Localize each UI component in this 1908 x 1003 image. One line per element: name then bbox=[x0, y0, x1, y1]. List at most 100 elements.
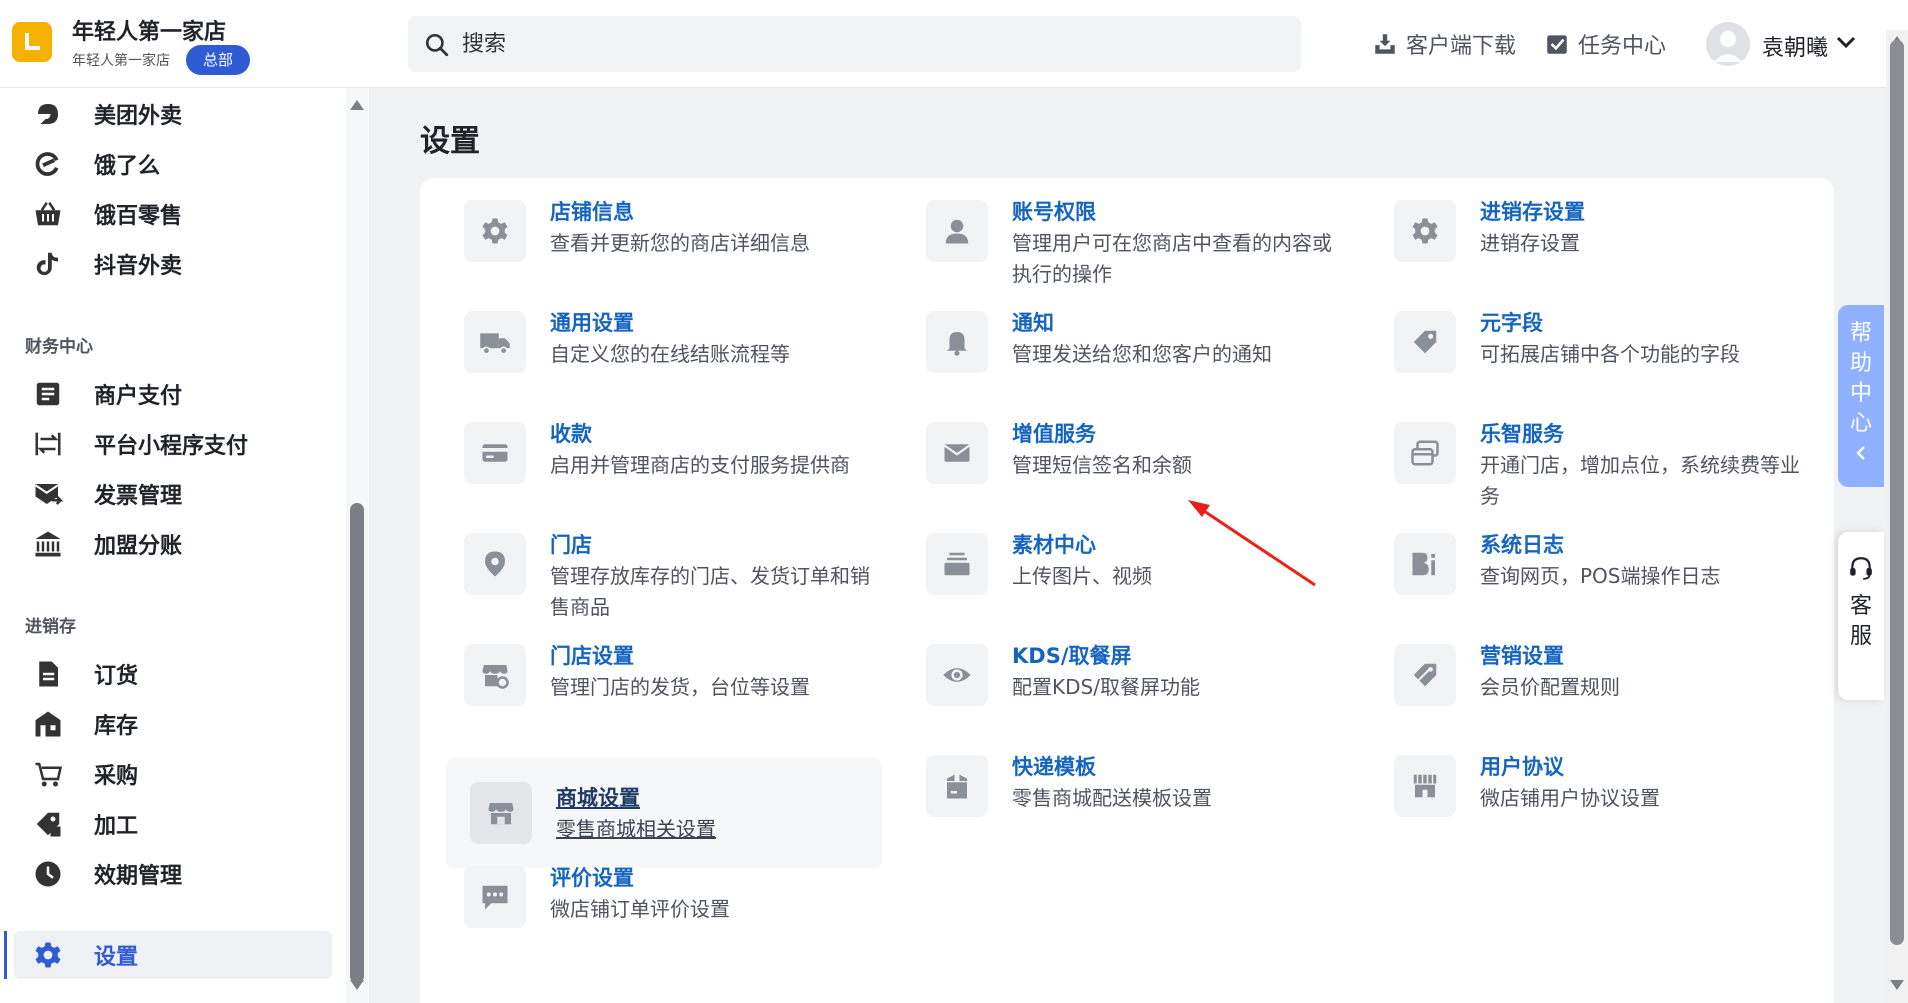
tile-lezhi-services[interactable]: 乐智服务 开通门店，增加点位，系统续费等业务 bbox=[1370, 400, 1806, 510]
tile-title[interactable]: 用户协议 bbox=[1480, 751, 1564, 781]
sidebar-scroll-thumb[interactable] bbox=[350, 503, 364, 983]
tile-system-log[interactable]: 系统日志 查询网页，POS端操作日志 bbox=[1370, 511, 1806, 621]
sidebar-item-miniprogram-pay[interactable]: 平台小程序支付 bbox=[14, 420, 332, 468]
tile-inventory-settings[interactable]: 进销存设置 进销存设置 bbox=[1370, 178, 1806, 288]
page-scroll-thumb[interactable] bbox=[1890, 40, 1904, 945]
document-list-icon bbox=[28, 374, 68, 414]
tile-title[interactable]: 素材中心 bbox=[1012, 529, 1096, 559]
task-check-icon bbox=[1547, 35, 1567, 54]
tile-account-permissions[interactable]: 账号权限 管理用户可在您商店中查看的内容或执行的操作 bbox=[902, 178, 1338, 288]
shop-name[interactable]: 年轻人第一家店 bbox=[72, 14, 226, 46]
tile-store-settings[interactable]: 门店设置 管理门店的发货，台位等设置 bbox=[440, 622, 876, 732]
tile-user-agreement[interactable]: 用户协议 微店铺用户协议设置 bbox=[1370, 733, 1806, 843]
sidebar-item-processing[interactable]: 加工 bbox=[14, 800, 332, 848]
tile-description: 启用并管理商店的支付服务提供商 bbox=[550, 453, 850, 477]
tile-title[interactable]: 门店 bbox=[550, 529, 592, 559]
basket-icon bbox=[28, 194, 68, 234]
tag-icon bbox=[1394, 311, 1456, 373]
tile-title[interactable]: 店铺信息 bbox=[550, 196, 634, 226]
meituan-icon bbox=[28, 94, 68, 134]
tile-title[interactable]: 商城设置 bbox=[556, 782, 640, 812]
sidebar-item-label: 加工 bbox=[94, 814, 139, 839]
tile-title[interactable]: 收款 bbox=[550, 418, 592, 448]
tile-description: 零售商城配送模板设置 bbox=[1012, 786, 1212, 810]
sidebar-item-label: 抖音外卖 bbox=[94, 254, 183, 279]
tile-title[interactable]: 营销设置 bbox=[1480, 640, 1564, 670]
app-logo[interactable] bbox=[12, 22, 52, 62]
tile-title[interactable]: 门店设置 bbox=[550, 640, 634, 670]
sidebar-item-settings[interactable]: 设置 bbox=[14, 931, 332, 979]
warehouse-icon bbox=[28, 704, 68, 744]
bank-icon bbox=[28, 524, 68, 564]
client-download-button[interactable]: 客户端下载 bbox=[1372, 26, 1516, 62]
search-input[interactable] bbox=[462, 26, 1262, 62]
search-icon bbox=[425, 33, 449, 57]
tile-general-settings[interactable]: 通用设置 自定义您的在线结账流程等 bbox=[440, 289, 876, 399]
sidebar-item-douyin[interactable]: 抖音外卖 bbox=[14, 240, 332, 288]
sidebar-item-expiry[interactable]: 效期管理 bbox=[14, 850, 332, 898]
tile-title[interactable]: 账号权限 bbox=[1012, 196, 1096, 226]
tile-description: 会员价配置规则 bbox=[1480, 675, 1620, 699]
page-scroll-down-icon[interactable] bbox=[1890, 980, 1904, 990]
gear-icon bbox=[464, 200, 526, 262]
sidebar-item-label: 效期管理 bbox=[94, 864, 183, 889]
tile-title[interactable]: 通知 bbox=[1012, 307, 1054, 337]
sidebar-scroll-down-icon[interactable] bbox=[350, 980, 364, 990]
avatar[interactable] bbox=[1706, 22, 1750, 66]
truck-icon bbox=[464, 311, 526, 373]
sidebar-item-label: 美团外卖 bbox=[94, 104, 183, 129]
tile-metafields[interactable]: 元字段 可拓展店铺中各个功能的字段 bbox=[1370, 289, 1806, 399]
shop-icon bbox=[470, 782, 532, 844]
top-bar: 年轻人第一家店 年轻人第一家店 总部 客户端下载 任务中心 袁朝曦 bbox=[0, 0, 1908, 88]
user-icon bbox=[926, 200, 988, 262]
tile-title[interactable]: 快递模板 bbox=[1012, 751, 1096, 781]
tile-title[interactable]: 通用设置 bbox=[550, 307, 634, 337]
sidebar-item-franchise-split[interactable]: 加盟分账 bbox=[14, 520, 332, 568]
tile-kds-screen[interactable]: KDS/取餐屏 配置KDS/取餐屏功能 bbox=[902, 622, 1338, 732]
tiktok-icon bbox=[28, 244, 68, 284]
tile-title[interactable]: 元字段 bbox=[1480, 307, 1543, 337]
sidebar-item-meituan[interactable]: 美团外卖 bbox=[14, 90, 332, 138]
customer-service-tab[interactable]: 客服 bbox=[1838, 532, 1884, 700]
tile-description: 管理用户可在您商店中查看的内容或执行的操作 bbox=[1012, 231, 1332, 286]
username[interactable]: 袁朝曦 bbox=[1762, 30, 1828, 62]
sidebar-item-label: 订货 bbox=[94, 664, 139, 689]
tile-marketing-settings[interactable]: 营销设置 会员价配置规则 bbox=[1370, 622, 1806, 732]
storefront-icon bbox=[1394, 755, 1456, 817]
location-pin-icon bbox=[464, 533, 526, 595]
sidebar-item-label: 加盟分账 bbox=[94, 534, 183, 559]
sidebar-item-merchant-pay[interactable]: 商户支付 bbox=[14, 370, 332, 418]
search-box[interactable] bbox=[408, 16, 1301, 72]
sidebar-scroll-up-icon[interactable] bbox=[350, 100, 364, 110]
clock-icon bbox=[28, 854, 68, 894]
sidebar-item-eleme[interactable]: 饿了么 bbox=[14, 140, 332, 188]
tile-title[interactable]: 评价设置 bbox=[550, 862, 634, 892]
sidebar-item-ordering[interactable]: 订货 bbox=[14, 650, 332, 698]
sidebar-item-purchase[interactable]: 采购 bbox=[14, 750, 332, 798]
tile-title[interactable]: 系统日志 bbox=[1480, 529, 1564, 559]
tile-review-settings[interactable]: 评价设置 微店铺订单评价设置 bbox=[440, 844, 876, 954]
tile-store-info[interactable]: 店铺信息 查看并更新您的商店详细信息 bbox=[440, 178, 876, 288]
sidebar-item-label: 发票管理 bbox=[94, 484, 183, 509]
task-center-button[interactable]: 任务中心 bbox=[1544, 26, 1666, 62]
sidebar-item-stock[interactable]: 库存 bbox=[14, 700, 332, 748]
sidebar-item-label: 采购 bbox=[94, 764, 139, 789]
help-center-tab[interactable]: 帮助中心 bbox=[1838, 305, 1884, 487]
tile-shipping-templates[interactable]: 快递模板 零售商城配送模板设置 bbox=[902, 733, 1338, 843]
sidebar-item-invoice[interactable]: 发票管理 bbox=[14, 470, 332, 518]
gear-icon bbox=[28, 935, 68, 975]
tile-notifications[interactable]: 通知 管理发送给您和您客户的通知 bbox=[902, 289, 1338, 399]
tile-title[interactable]: 乐智服务 bbox=[1480, 418, 1564, 448]
chevron-down-icon[interactable] bbox=[1836, 36, 1856, 50]
sidebar-group-inventory: 进销存 bbox=[25, 617, 76, 637]
tile-title[interactable]: 增值服务 bbox=[1012, 418, 1096, 448]
sidebar: 美团外卖 饿了么 饿百零售 抖音外卖 财务中心 商户支付 平台小程序支付 发票管… bbox=[0, 88, 370, 1003]
gear-icon bbox=[1394, 200, 1456, 262]
tile-stores[interactable]: 门店 管理存放库存的门店、发货订单和销售商品 bbox=[440, 511, 876, 621]
tile-description: 管理短信签名和余额 bbox=[1012, 453, 1192, 477]
tile-value-added-services[interactable]: 增值服务 管理短信签名和余额 bbox=[902, 400, 1338, 510]
sidebar-item-ebai[interactable]: 饿百零售 bbox=[14, 190, 332, 238]
tile-title[interactable]: 进销存设置 bbox=[1480, 196, 1585, 226]
tile-payments[interactable]: 收款 启用并管理商店的支付服务提供商 bbox=[440, 400, 876, 510]
tile-title[interactable]: KDS/取餐屏 bbox=[1012, 640, 1132, 670]
